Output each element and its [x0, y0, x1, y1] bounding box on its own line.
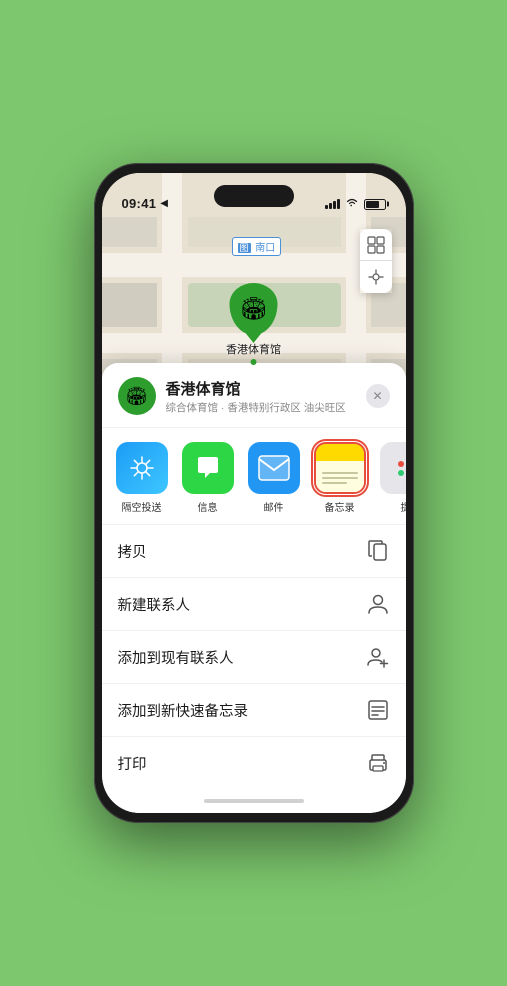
place-info: 香港体育馆 综合体育馆 · 香港特别行政区 油尖旺区	[166, 378, 366, 415]
map-label: 图 南口	[232, 237, 282, 256]
notes-line	[322, 482, 347, 484]
notes-line	[322, 472, 358, 474]
notes-header-bar	[316, 444, 364, 461]
status-time: 09:41	[122, 196, 157, 211]
map-view-toggle[interactable]	[360, 229, 392, 261]
copy-icon	[366, 539, 390, 563]
home-indicator	[102, 789, 406, 813]
share-app-messages[interactable]: 信息	[178, 442, 238, 514]
place-name: 香港体育馆	[166, 378, 366, 399]
more-dots-container	[398, 461, 406, 476]
phone-screen: 09:41 ◀	[102, 173, 406, 813]
location-arrow-icon: ◀	[160, 198, 168, 209]
map-controls	[360, 229, 392, 293]
share-app-notes[interactable]: 备忘录	[310, 442, 370, 514]
place-icon: 🏟	[118, 377, 156, 415]
action-new-contact-label: 新建联系人	[118, 594, 191, 615]
action-copy[interactable]: 拷贝	[102, 525, 406, 578]
location-pin: 🏟 香港体育馆	[226, 283, 281, 365]
home-bar	[204, 799, 304, 803]
phone-frame: 09:41 ◀	[94, 163, 414, 823]
map-block-9	[102, 283, 157, 327]
airdrop-icon	[116, 442, 168, 494]
map-block-1	[102, 217, 157, 247]
share-app-more[interactable]: 提	[376, 442, 406, 514]
dot-red	[398, 461, 404, 467]
map-label-text: 南口	[255, 243, 275, 254]
person-add-icon	[366, 645, 390, 669]
dot-green	[398, 470, 404, 476]
action-copy-label: 拷贝	[118, 541, 147, 562]
action-add-existing-label: 添加到现有联系人	[118, 647, 234, 668]
note-icon	[366, 698, 390, 722]
messages-icon	[182, 442, 234, 494]
notes-icon	[314, 442, 366, 494]
action-print[interactable]: 打印	[102, 737, 406, 789]
wifi-icon	[345, 197, 359, 211]
stadium-place-icon: 🏟	[125, 386, 148, 407]
location-button[interactable]	[360, 261, 392, 293]
share-apps-row: 隔空投送 信息	[102, 428, 406, 524]
dynamic-island	[214, 185, 294, 207]
share-app-mail[interactable]: 邮件	[244, 442, 304, 514]
action-add-notes-label: 添加到新快速备忘录	[118, 700, 249, 721]
stadium-icon: 🏟	[240, 296, 268, 322]
messages-label: 信息	[198, 499, 218, 514]
notes-lines	[322, 472, 358, 484]
battery-icon	[364, 199, 386, 210]
person-icon	[366, 592, 390, 616]
more-label: 提	[401, 499, 406, 514]
mail-label: 邮件	[264, 499, 284, 514]
action-new-contact[interactable]: 新建联系人	[102, 578, 406, 631]
bottom-sheet: 🏟 香港体育馆 综合体育馆 · 香港特别行政区 油尖旺区 ✕	[102, 363, 406, 813]
pin-label: 香港体育馆	[226, 341, 281, 357]
battery-fill	[366, 201, 380, 208]
status-icons	[325, 197, 386, 211]
notes-label: 备忘录	[325, 499, 355, 514]
mail-icon	[248, 442, 300, 494]
share-app-airdrop[interactable]: 隔空投送	[112, 442, 172, 514]
pin-dot	[251, 359, 257, 365]
place-subtitle: 综合体育馆 · 香港特别行政区 油尖旺区	[166, 400, 366, 415]
close-button[interactable]: ✕	[366, 384, 390, 408]
action-add-existing[interactable]: 添加到现有联系人	[102, 631, 406, 684]
pin-drop: 🏟	[230, 283, 278, 335]
notes-line	[322, 477, 358, 479]
more-dots-row-2	[398, 470, 406, 476]
action-print-label: 打印	[118, 753, 147, 774]
action-list: 拷贝 新建联系人	[102, 524, 406, 789]
signal-bars	[325, 199, 340, 209]
printer-icon	[366, 751, 390, 775]
airdrop-label: 隔空投送	[122, 499, 162, 514]
action-add-notes[interactable]: 添加到新快速备忘录	[102, 684, 406, 737]
more-dots-row-1	[398, 461, 406, 467]
more-icon	[380, 442, 406, 494]
place-header: 🏟 香港体育馆 综合体育馆 · 香港特别行政区 油尖旺区 ✕	[102, 363, 406, 428]
